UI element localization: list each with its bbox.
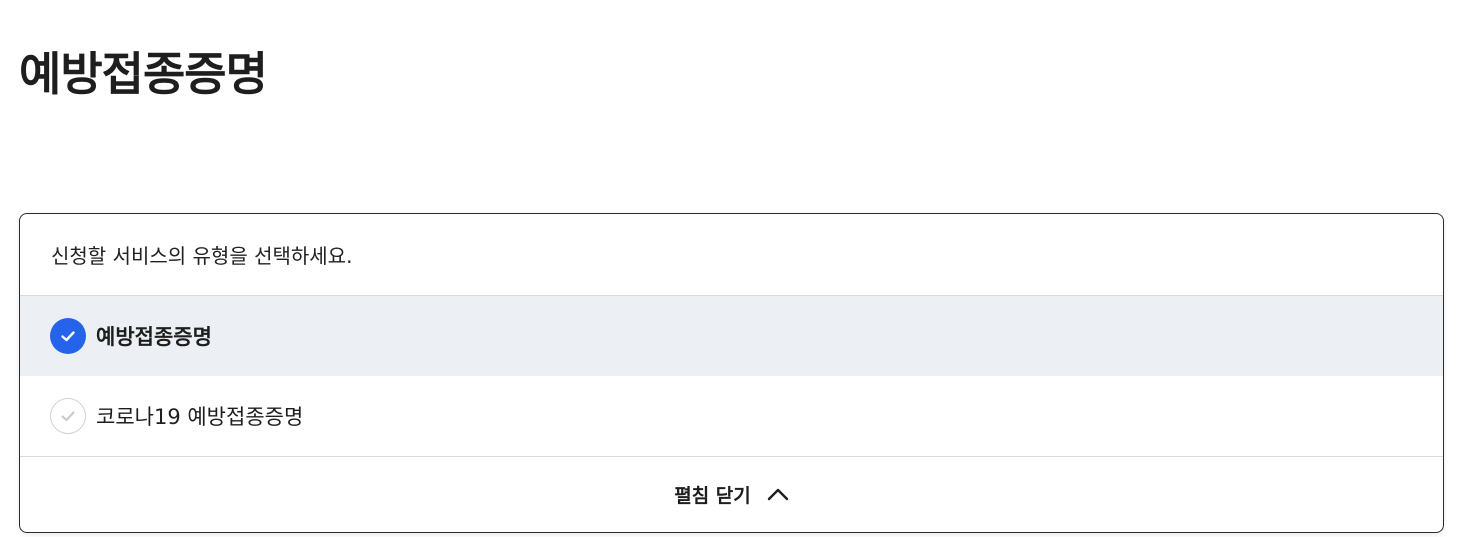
- page-title: 예방접종증명: [19, 47, 268, 101]
- option-vaccination-certificate[interactable]: 예방접종증명: [20, 296, 1443, 376]
- chevron-up-icon: [767, 487, 789, 501]
- unchecked-circle-icon: [50, 398, 86, 434]
- collapse-button[interactable]: 펼침 닫기: [20, 457, 1443, 531]
- option-label: 코로나19 예방접종증명: [96, 405, 304, 429]
- option-covid19-vaccination-certificate[interactable]: 코로나19 예방접종증명: [20, 376, 1443, 456]
- collapse-label: 펼침 닫기: [674, 484, 751, 507]
- checked-circle-icon: [50, 318, 86, 354]
- option-label: 예방접종증명: [96, 325, 212, 349]
- selector-prompt: 신청할 서비스의 유형을 선택하세요.: [20, 214, 1443, 296]
- service-type-selector: 신청할 서비스의 유형을 선택하세요. 예방접종증명 코로나19 예방접종증명 …: [19, 213, 1444, 533]
